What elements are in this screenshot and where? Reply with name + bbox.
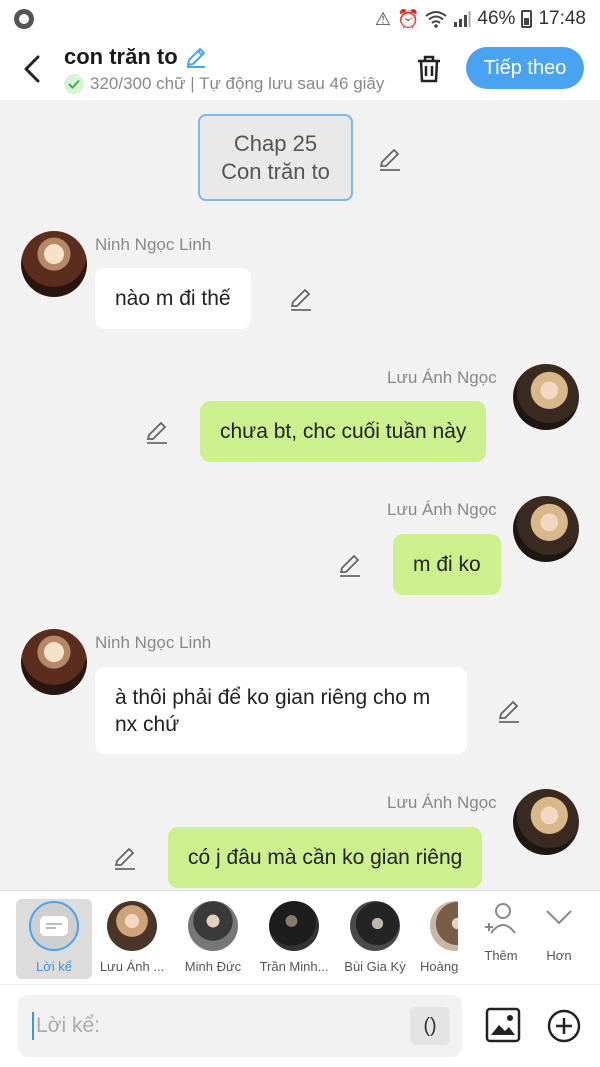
- edit-message-icon[interactable]: [144, 419, 170, 445]
- trash-icon: [418, 55, 440, 83]
- composer: (): [0, 984, 600, 1067]
- character-selector: Lời kể Lưu Ánh ... Minh Đức Trần Minh...…: [0, 890, 600, 984]
- edit-message-icon[interactable]: [112, 845, 138, 871]
- avatar-luu-anh-ngoc[interactable]: [513, 789, 579, 855]
- edit-chapter-icon[interactable]: [377, 146, 403, 172]
- add-character-label: Thêm: [484, 948, 518, 963]
- wifi-icon: [425, 11, 448, 28]
- clock: 17:48: [538, 8, 586, 29]
- delete-button[interactable]: [412, 50, 446, 88]
- chapter-name: Con trăn to: [221, 158, 330, 184]
- more-label: Hơn: [546, 948, 572, 963]
- status-indicators: ⚠ ⏰ 46% 17:48: [375, 8, 586, 30]
- more-characters-button[interactable]: Hơn: [529, 899, 589, 979]
- character-label: Lưu Ánh ...: [99, 959, 165, 974]
- chevron-down-icon: [546, 910, 572, 925]
- sender-name: Lưu Ánh Ngọc: [387, 500, 497, 519]
- image-icon[interactable]: [485, 1007, 521, 1043]
- avatar: [430, 901, 458, 951]
- character-luu-anh-ngoc[interactable]: Lưu Ánh ...: [94, 899, 170, 979]
- chat-area[interactable]: Chap 25 Con trăn to Ninh Ngọc Linh nào m…: [0, 100, 600, 890]
- story-title[interactable]: con trăn to: [64, 44, 178, 70]
- alarm-icon: ⏰: [397, 8, 420, 29]
- sender-name: Lưu Ánh Ngọc: [387, 793, 497, 812]
- chapter-title-card[interactable]: Chap 25 Con trăn to: [198, 114, 353, 201]
- editor-header: con trăn to 320/300 chữ | Tự động lưu sa…: [0, 38, 600, 100]
- character-hoang[interactable]: Hoàng: [418, 899, 458, 979]
- edit-message-icon[interactable]: [496, 698, 522, 724]
- sender-name: Ninh Ngọc Linh: [95, 235, 212, 254]
- avatar-luu-anh-ngoc[interactable]: [513, 364, 579, 430]
- avatar-ninh-ngoc-linh[interactable]: [21, 231, 87, 297]
- saved-check-icon: [64, 74, 84, 94]
- message-bubble-outgoing[interactable]: chưa bt, chc cuối tuần này: [200, 401, 487, 462]
- sender-name: Ninh Ngọc Linh: [95, 633, 212, 652]
- avatar: [350, 901, 400, 951]
- character-label: Hoàng: [420, 959, 458, 974]
- message-input[interactable]: [36, 995, 396, 1057]
- back-arrow-icon: [24, 55, 40, 83]
- avatar-ninh-ngoc-linh[interactable]: [21, 629, 87, 695]
- back-button[interactable]: [0, 38, 64, 100]
- add-plus-icon[interactable]: [547, 1009, 581, 1043]
- character-minh-duc[interactable]: Minh Đức: [175, 899, 251, 979]
- character-bui-gia-ky[interactable]: Bùi Gia Kỳ: [337, 899, 413, 979]
- narrator-icon: [29, 901, 79, 951]
- character-label: Lời kể: [36, 959, 72, 974]
- character-tran-minh[interactable]: Trần Minh...: [256, 899, 332, 979]
- edit-message-icon[interactable]: [288, 286, 314, 312]
- avatar: [269, 901, 319, 951]
- sync-icon: ⚠: [374, 8, 391, 29]
- signal-icon: [454, 11, 471, 27]
- edit-title-icon[interactable]: [184, 45, 208, 69]
- message-bubble-incoming[interactable]: à thôi phải để ko gian riêng cho m nx ch…: [95, 667, 467, 754]
- next-button[interactable]: Tiếp theo: [466, 47, 584, 89]
- character-label: Trần Minh...: [259, 959, 329, 974]
- character-narrator[interactable]: Lời kể: [16, 899, 92, 979]
- avatar: [107, 901, 157, 951]
- avatar-luu-anh-ngoc[interactable]: [513, 496, 579, 562]
- battery-icon: [521, 10, 533, 28]
- message-bubble-incoming[interactable]: nào m đi thế: [95, 268, 251, 329]
- sender-name: Lưu Ánh Ngọc: [387, 368, 497, 387]
- text-caret: [32, 1012, 34, 1040]
- add-person-icon: [485, 903, 516, 934]
- app-notification-icon: [14, 9, 34, 29]
- avatar: [188, 901, 238, 951]
- title-block: con trăn to 320/300 chữ | Tự động lưu sa…: [64, 44, 394, 94]
- battery-percent: 46%: [477, 8, 516, 29]
- character-label: Minh Đức: [184, 959, 242, 974]
- character-label: Bùi Gia Kỳ: [344, 959, 406, 974]
- message-bubble-outgoing[interactable]: có j đâu mà cần ko gian riêng: [168, 827, 483, 888]
- status-bar: ⚠ ⏰ 46% 17:48: [0, 0, 600, 38]
- chapter-number: Chap 25: [233, 130, 318, 156]
- add-character-button[interactable]: Thêm: [471, 899, 531, 979]
- message-bubble-outgoing[interactable]: m đi ko: [393, 534, 501, 595]
- parentheses-button[interactable]: (): [410, 1007, 450, 1045]
- composer-box: (): [18, 995, 462, 1057]
- edit-message-icon[interactable]: [337, 552, 363, 578]
- word-count-autosave: 320/300 chữ | Tự động lưu sau 46 giây: [90, 74, 385, 93]
